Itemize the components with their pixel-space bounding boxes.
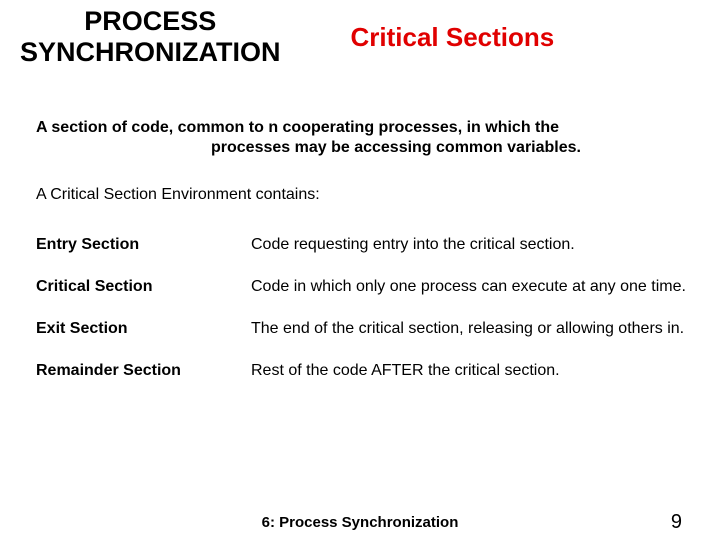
- slide: PROCESS SYNCHRONIZATION Critical Section…: [0, 0, 720, 540]
- definition-line2: processes may be accessing common variab…: [36, 138, 690, 158]
- section-desc: The end of the critical section, releasi…: [251, 320, 720, 338]
- section-desc: Code in which only one process can execu…: [251, 278, 720, 296]
- section-desc: Rest of the code AFTER the critical sect…: [251, 362, 720, 380]
- header-topic: PROCESS SYNCHRONIZATION: [20, 6, 281, 68]
- section-row: Critical Section Code in which only one …: [36, 266, 720, 308]
- section-row: Exit Section The end of the critical sec…: [36, 308, 720, 350]
- definition-line1: A section of code, common to n cooperati…: [36, 118, 690, 138]
- section-desc: Code requesting entry into the critical …: [251, 236, 720, 254]
- environment-intro: A Critical Section Environment contains:: [0, 158, 720, 204]
- page-number: 9: [671, 511, 682, 534]
- footer-title: 6: Process Synchronization: [262, 514, 459, 531]
- header-title: Critical Sections: [351, 22, 555, 53]
- slide-header: PROCESS SYNCHRONIZATION Critical Section…: [0, 0, 720, 78]
- section-term: Exit Section: [36, 320, 251, 338]
- section-row: Entry Section Code requesting entry into…: [36, 224, 720, 266]
- section-term: Critical Section: [36, 278, 251, 296]
- section-term: Entry Section: [36, 236, 251, 254]
- sections-list: Entry Section Code requesting entry into…: [0, 204, 720, 392]
- section-row: Remainder Section Rest of the code AFTER…: [36, 350, 720, 392]
- section-term: Remainder Section: [36, 362, 251, 380]
- definition-block: A section of code, common to n cooperati…: [0, 78, 720, 158]
